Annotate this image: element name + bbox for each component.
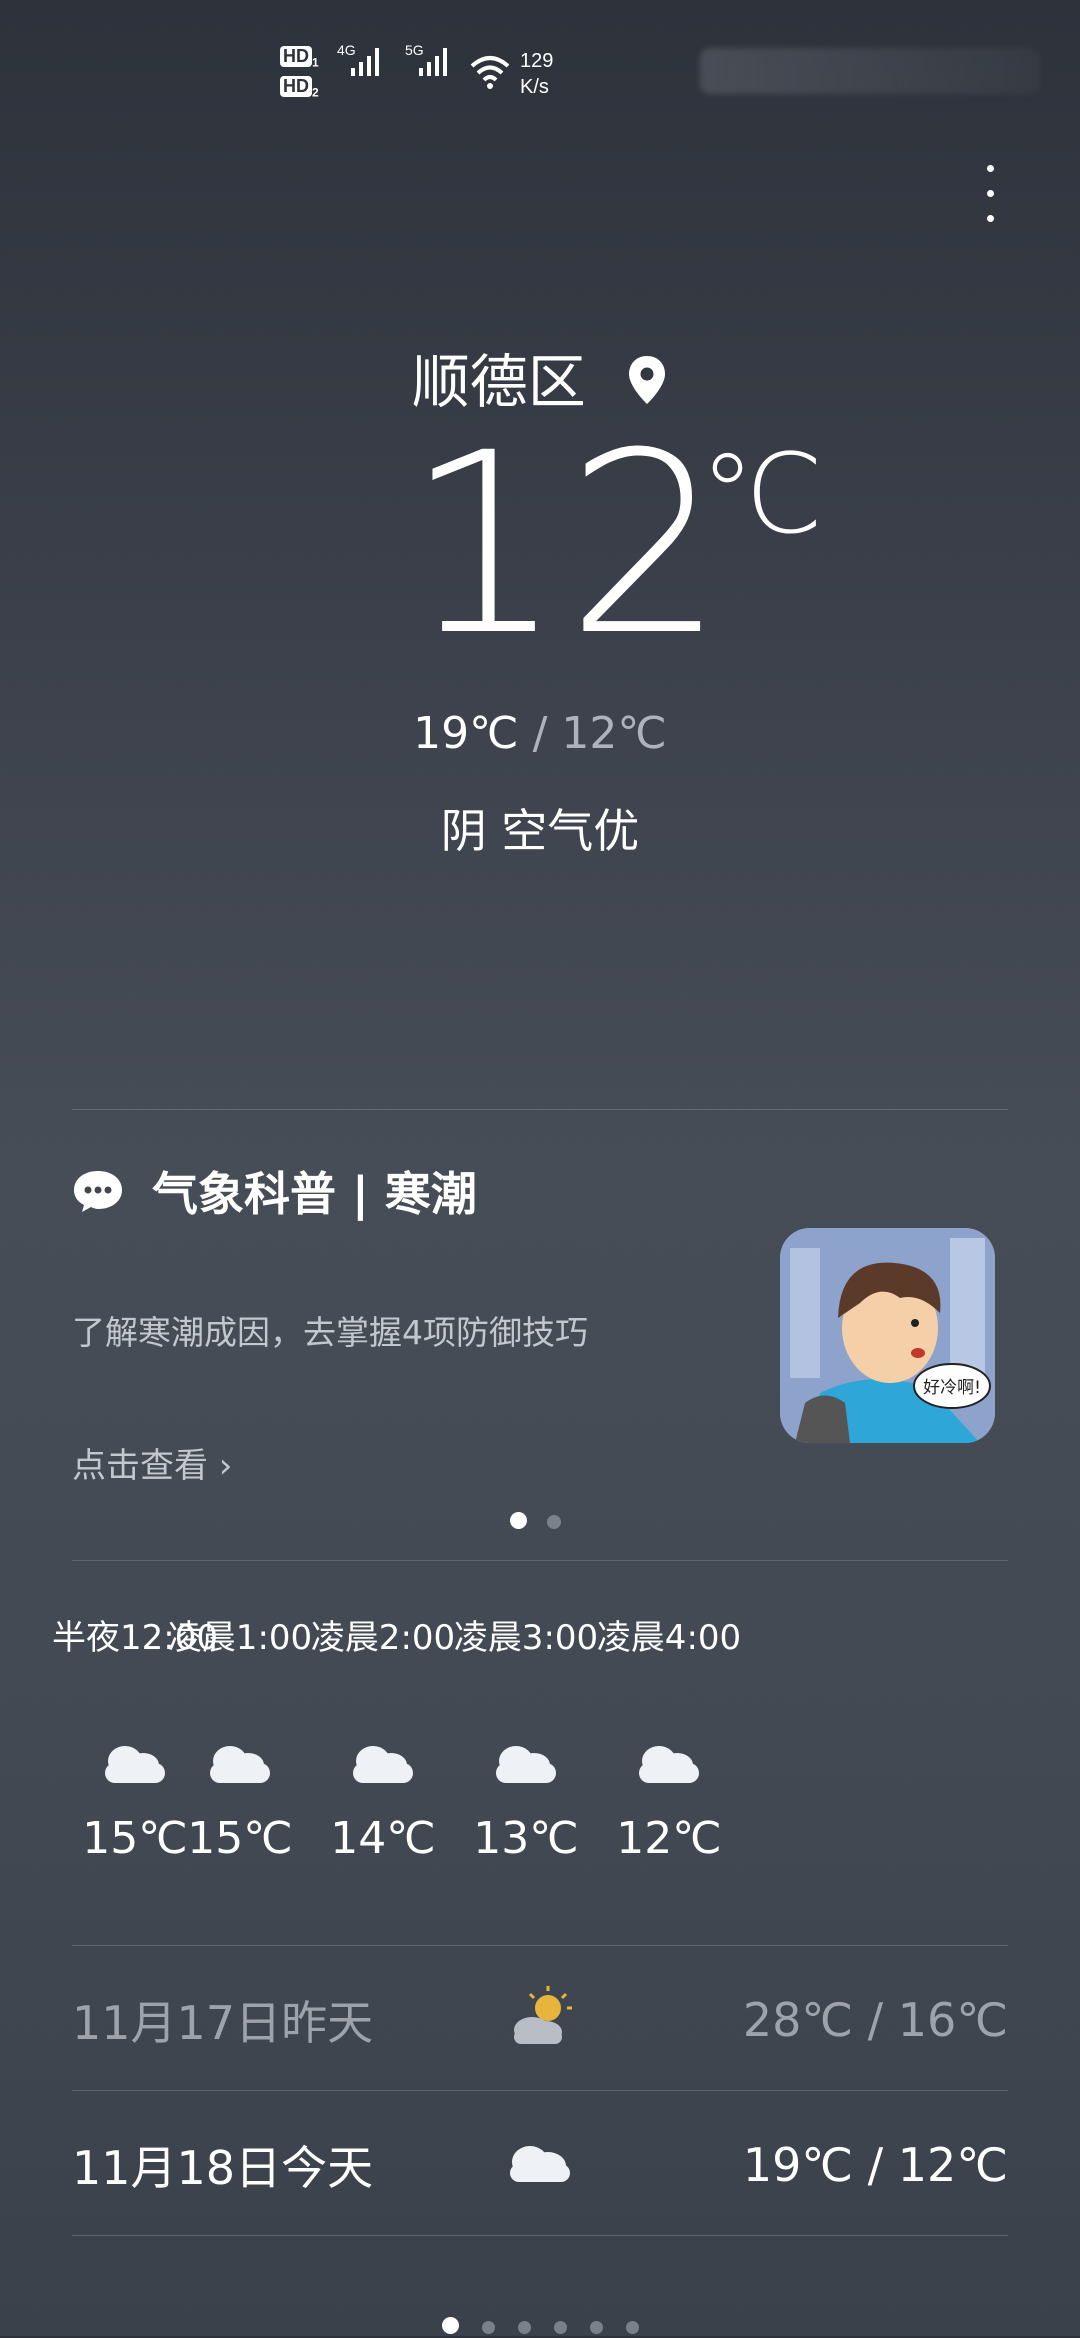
signal-5g: 5G [405,42,447,76]
card-page-indicator [510,1512,581,1533]
divider [72,2235,1008,2236]
cloud-icon [633,1739,705,1785]
daily-date: 11月17日昨天 [72,1996,374,2050]
city-page-indicator [442,2317,662,2338]
daily-temps: 28℃ / 16℃ [742,1993,1008,2047]
page-dot [547,1515,561,1529]
signal-4g: 4G [337,42,379,76]
hourly-time: 凌晨4:00 [596,1618,742,1658]
page-dot [482,2321,495,2334]
page-dot-active [442,2317,459,2334]
chat-bubble-icon [74,1171,122,1212]
cold-wave-illustration[interactable]: 好冷啊! [780,1228,995,1443]
svg-text:好冷啊!: 好冷啊! [923,1378,981,1398]
daily-row-yesterday[interactable]: 11月17日昨天 28℃ / 16℃ [72,1970,1008,2070]
cloud-icon [490,1739,562,1785]
page-dot [518,2321,531,2334]
divider [72,2090,1008,2091]
cloud-icon [502,2130,622,2201]
temperature-unit: ℃ [700,430,824,558]
signal-bars-icon [351,48,379,76]
hourly-temp: 12℃ [616,1813,722,1864]
weather-condition: 阴 空气优 [440,804,640,858]
partly-sunny-icon [502,1980,622,2061]
divider [72,1945,1008,1946]
card-description: 了解寒潮成因，去掌握4项防御技巧 [72,1313,588,1352]
cloud-icon [204,1739,276,1785]
hd-badge-2: HD 2 [280,76,319,100]
current-temperature: 12 [405,399,728,690]
daily-date: 11月18日今天 [72,2141,374,2195]
network-speed: 129 K/s [520,50,554,98]
divider [72,1109,1008,1110]
page-dot [554,2321,567,2334]
high-low-temperature: 19℃ / 12℃ [413,708,667,759]
hourly-item: 凌晨4:00 12℃ [569,1610,769,1864]
more-options-button[interactable] [975,165,1005,235]
card-title[interactable]: 气象科普 | 寒潮 [72,1158,477,1224]
divider [72,1560,1008,1561]
cloud-icon [347,1739,419,1785]
wifi-icon [470,56,510,89]
daily-temps: 19℃ / 12℃ [742,2138,1008,2192]
status-bar: HD 1 HD 2 4G 5G 129 K/s [275,42,595,112]
page-dot [626,2321,639,2334]
page-dot [590,2321,603,2334]
daily-row-today[interactable]: 11月18日今天 19℃ / 12℃ [72,2115,1008,2215]
hd-badge-1: HD 1 [280,46,319,70]
view-details-link[interactable]: 点击查看 › [72,1438,232,1487]
page-dot-active [510,1512,527,1529]
signal-bars-icon [419,48,447,76]
status-icons-blurred [700,48,1040,94]
